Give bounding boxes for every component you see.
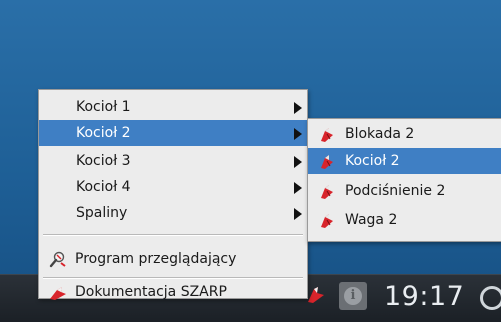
szarp-icon (321, 185, 333, 199)
main-menu: Kocioł 1 Kocioł 2 Kocioł 3 Kocioł 4 Spal… (38, 89, 308, 300)
submenu-arrow-icon (294, 102, 302, 114)
menu-item-dokumentacja-szarp[interactable]: Dokumentacja SZARP (39, 283, 307, 305)
szarp-docs-icon (50, 287, 66, 300)
menu-separator (43, 234, 303, 236)
power-icon[interactable] (480, 286, 501, 310)
menu-item-kociol-3[interactable]: Kocioł 3 (39, 148, 307, 174)
menu-item-label: Kocioł 2 (76, 125, 131, 141)
info-icon: i (344, 287, 362, 305)
taskbar-clock[interactable]: 19:17 (384, 281, 464, 312)
submenu-arrow-icon (294, 182, 302, 194)
szarp-tray-icon[interactable] (305, 283, 327, 305)
menu-item-program-przegladajacy[interactable]: Program przeglądający (39, 246, 307, 272)
magnifier-icon (49, 251, 66, 268)
menu-item-label: Kocioł 4 (76, 179, 131, 195)
submenu-arrow-icon (294, 208, 302, 220)
submenu-item-waga-2[interactable]: Waga 2 (308, 207, 501, 233)
menu-item-label: Podciśnienie 2 (345, 183, 446, 199)
submenu-kociol-2: Blokada 2 Kocioł 2 Podciśnienie 2 Waga 2 (307, 118, 501, 242)
submenu-item-blokada-2[interactable]: Blokada 2 (308, 121, 501, 147)
menu-item-kociol-1[interactable]: Kocioł 1 (39, 94, 307, 120)
menu-separator (43, 277, 303, 279)
submenu-item-podcisnienie-2[interactable]: Podciśnienie 2 (308, 178, 501, 204)
menu-item-kociol-4[interactable]: Kocioł 4 (39, 174, 307, 200)
menu-item-label: Kocioł 1 (76, 99, 131, 115)
submenu-arrow-icon (294, 128, 302, 140)
menu-item-kociol-2[interactable]: Kocioł 2 (39, 120, 307, 146)
menu-item-label: Program przeglądający (75, 251, 237, 267)
szarp-icon (321, 128, 333, 142)
szarp-icon (321, 214, 333, 228)
menu-item-label: Waga 2 (345, 212, 398, 228)
menu-item-spaliny[interactable]: Spaliny (39, 200, 307, 226)
menu-item-label: Dokumentacja SZARP (75, 284, 227, 300)
menu-item-label: Spaliny (76, 205, 128, 221)
menu-item-label: Kocioł 3 (76, 153, 131, 169)
menu-item-label: Kocioł 2 (345, 153, 400, 169)
submenu-arrow-icon (294, 156, 302, 168)
info-tray-icon[interactable]: i (339, 282, 367, 310)
submenu-item-kociol-2[interactable]: Kocioł 2 (308, 148, 501, 174)
szarp-icon (321, 155, 333, 169)
menu-item-label: Blokada 2 (345, 126, 415, 142)
